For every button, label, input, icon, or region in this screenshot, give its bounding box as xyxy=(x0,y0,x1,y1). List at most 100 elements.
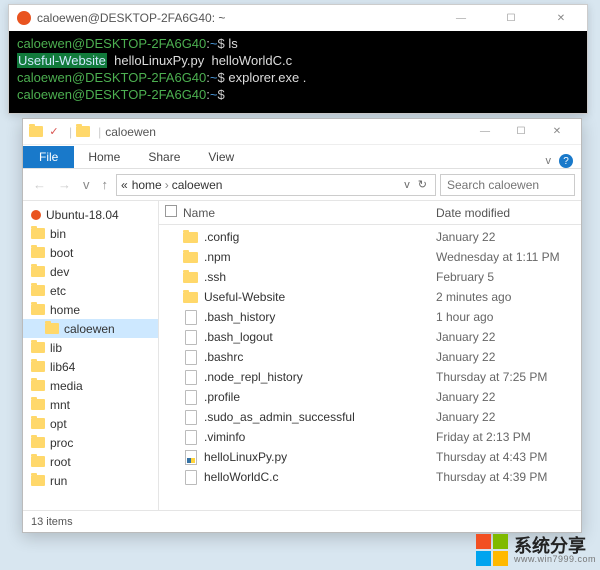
explorer-title-bar[interactable]: ✓ | | caloewen — ☐ ✕ xyxy=(23,119,581,145)
file-icon xyxy=(183,410,198,425)
refresh-button[interactable]: ↻ xyxy=(414,178,431,191)
column-date[interactable]: Date modified xyxy=(436,206,581,220)
tree-item[interactable]: bin xyxy=(23,224,158,243)
folder-icon xyxy=(31,304,45,315)
tree-item-label: root xyxy=(50,455,71,469)
file-row[interactable]: .configJanuary 22 xyxy=(159,227,581,247)
search-input[interactable] xyxy=(440,174,575,196)
folder-icon xyxy=(45,323,59,334)
file-list[interactable]: .configJanuary 22.npmWednesday at 1:11 P… xyxy=(159,225,581,510)
file-date: January 22 xyxy=(436,330,581,344)
chevron-right-icon: › xyxy=(165,178,169,192)
qa-check-icon[interactable]: ✓ xyxy=(47,125,61,139)
file-row[interactable]: .bash_history1 hour ago xyxy=(159,307,581,327)
addr-dropdown-button[interactable]: v xyxy=(400,179,414,191)
windows-logo-icon xyxy=(476,534,508,566)
terminal-close-button[interactable]: ✕ xyxy=(543,6,579,30)
nav-dropdown-button[interactable]: v xyxy=(79,177,94,192)
linux-icon xyxy=(31,210,41,220)
file-row[interactable]: .npmWednesday at 1:11 PM xyxy=(159,247,581,267)
tree-item-label: caloewen xyxy=(64,322,115,336)
tab-view[interactable]: View xyxy=(194,146,248,168)
folder-icon xyxy=(31,418,45,429)
terminal-maximize-button[interactable]: ☐ xyxy=(493,6,529,30)
file-date: January 22 xyxy=(436,350,581,364)
tree-item[interactable]: dev xyxy=(23,262,158,281)
tab-file[interactable]: File xyxy=(23,146,74,168)
addr-prefix: « xyxy=(121,178,128,192)
tree-item[interactable]: boot xyxy=(23,243,158,262)
qa-folder-icon-2[interactable] xyxy=(76,125,90,139)
addr-segment[interactable]: caloewen xyxy=(172,178,223,192)
folder-icon xyxy=(31,456,45,467)
column-name[interactable]: Name xyxy=(183,206,436,220)
forward-button[interactable]: → xyxy=(54,177,75,192)
tree-item[interactable]: lib xyxy=(23,338,158,357)
tree-item[interactable]: media xyxy=(23,376,158,395)
tree-item[interactable]: opt xyxy=(23,414,158,433)
qa-separator: | xyxy=(69,125,72,139)
file-icon xyxy=(183,390,198,405)
tree-item[interactable]: mnt xyxy=(23,395,158,414)
file-row[interactable]: .sudo_as_admin_successfulJanuary 22 xyxy=(159,407,581,427)
file-name: .profile xyxy=(204,390,436,404)
folder-icon xyxy=(31,437,45,448)
folder-icon xyxy=(183,270,198,285)
addr-segment[interactable]: home xyxy=(132,178,162,192)
qa-folder-icon[interactable] xyxy=(29,125,43,139)
folder-icon xyxy=(31,228,45,239)
help-icon[interactable]: ? xyxy=(559,154,573,168)
tree-item[interactable]: home xyxy=(23,300,158,319)
file-name: .viminfo xyxy=(204,430,436,444)
tree-item-label: boot xyxy=(50,246,73,260)
explorer-close-button[interactable]: ✕ xyxy=(539,120,575,144)
tree-item[interactable]: caloewen xyxy=(23,319,158,338)
file-name: .bashrc xyxy=(204,350,436,364)
up-button[interactable]: ↑ xyxy=(98,177,113,192)
terminal-minimize-button[interactable]: — xyxy=(443,6,479,30)
select-all-checkbox[interactable] xyxy=(165,205,183,220)
explorer-maximize-button[interactable]: ☐ xyxy=(503,120,539,144)
terminal-title-bar[interactable]: caloewen@DESKTOP-2FA6G40: ~ — ☐ ✕ xyxy=(9,5,587,31)
tree-root[interactable]: Ubuntu-18.04 xyxy=(23,205,158,224)
tree-item-label: proc xyxy=(50,436,73,450)
folder-icon xyxy=(31,247,45,258)
file-name: Useful-Website xyxy=(204,290,436,304)
back-button[interactable]: ← xyxy=(29,177,50,192)
file-row[interactable]: .profileJanuary 22 xyxy=(159,387,581,407)
qa-separator: | xyxy=(98,125,101,139)
tree-item[interactable]: lib64 xyxy=(23,357,158,376)
file-row[interactable]: .sshFebruary 5 xyxy=(159,267,581,287)
tree-item[interactable]: etc xyxy=(23,281,158,300)
tree-item-label: media xyxy=(50,379,83,393)
file-icon xyxy=(183,310,198,325)
explorer-minimize-button[interactable]: — xyxy=(467,120,503,144)
tree-item[interactable]: run xyxy=(23,471,158,490)
ribbon-expand-button[interactable]: v xyxy=(546,155,552,167)
file-row[interactable]: .bash_logoutJanuary 22 xyxy=(159,327,581,347)
tab-home[interactable]: Home xyxy=(74,146,134,168)
ribbon-tabs: File Home Share View v ? xyxy=(23,145,581,169)
file-name: .config xyxy=(204,230,436,244)
status-bar: 13 items xyxy=(23,510,581,532)
file-row[interactable]: .viminfoFriday at 2:13 PM xyxy=(159,427,581,447)
tree-item[interactable]: root xyxy=(23,452,158,471)
terminal-body[interactable]: caloewen@DESKTOP-2FA6G40:~$ ls Useful-We… xyxy=(9,31,587,107)
folder-tree[interactable]: Ubuntu-18.04 bin boot devetchome caloewen li… xyxy=(23,201,159,510)
address-bar[interactable]: « home › caloewen v ↻ xyxy=(116,174,436,196)
file-row[interactable]: helloLinuxPy.pyThursday at 4:43 PM xyxy=(159,447,581,467)
file-date: 2 minutes ago xyxy=(436,290,581,304)
file-name: helloWorldC.c xyxy=(204,470,436,484)
file-row[interactable]: .node_repl_historyThursday at 7:25 PM xyxy=(159,367,581,387)
folder-icon xyxy=(31,475,45,486)
file-row[interactable]: helloWorldC.cThursday at 4:39 PM xyxy=(159,467,581,487)
file-row[interactable]: Useful-Website2 minutes ago xyxy=(159,287,581,307)
file-row[interactable]: .bashrcJanuary 22 xyxy=(159,347,581,367)
file-name: .ssh xyxy=(204,270,436,284)
file-date: 1 hour ago xyxy=(436,310,581,324)
tree-item[interactable]: proc xyxy=(23,433,158,452)
file-name: helloLinuxPy.py xyxy=(204,450,436,464)
watermark: 系统分享 www.win7999.com xyxy=(476,534,596,566)
folder-icon xyxy=(31,361,45,372)
tab-share[interactable]: Share xyxy=(134,146,194,168)
